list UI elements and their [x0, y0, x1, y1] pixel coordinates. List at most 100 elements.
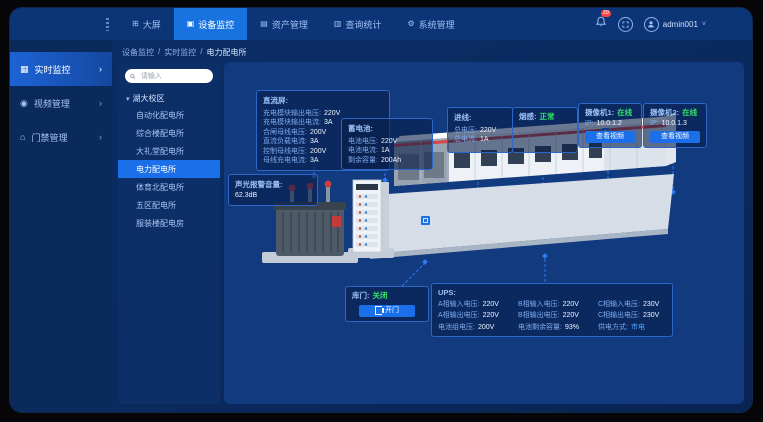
- tree-item[interactable]: 自动化配电所: [118, 106, 220, 124]
- field-label: 总电压:: [454, 126, 477, 136]
- field-value: 220V: [563, 300, 579, 310]
- tab-query-statistics[interactable]: ▥ 查询统计: [321, 8, 395, 40]
- tab-label: 设备监控: [198, 18, 234, 31]
- ups-grid: A相输入电压:220V B相输入电压:220V C相输入电压:230V A相输出…: [438, 300, 666, 333]
- view-video-button[interactable]: 查看视频: [585, 131, 635, 143]
- field-value: 230V: [643, 300, 659, 310]
- monitor-icon: ▣: [187, 20, 195, 28]
- notifications-button[interactable]: 29: [595, 15, 607, 33]
- door-open-icon: [375, 306, 382, 315]
- sound-alarm-panel: 声光报警音量: 62.3dB: [228, 174, 318, 206]
- field-label: B相输出电压:: [518, 311, 560, 321]
- tab-dashboard[interactable]: ⊞ 大屏: [119, 8, 174, 40]
- chevron-right-icon: ›: [99, 64, 102, 74]
- tab-device-monitoring[interactable]: ▣ 设备监控: [174, 8, 248, 40]
- breadcrumb-separator: /: [200, 47, 202, 58]
- ups-panel: UPS: A相输入电压:220V B相输入电压:220V C相输入电压:230V…: [431, 283, 673, 337]
- panel-title: UPS:: [438, 288, 666, 297]
- tree-item[interactable]: 综合楼配电所: [118, 124, 220, 142]
- user-menu[interactable]: admin001 ˅: [644, 17, 706, 32]
- field-label: 电池电压:: [348, 137, 378, 147]
- ip-label: IP:: [585, 119, 594, 129]
- substation-tree-panel: ▾ 湖大校区 自动化配电所 综合楼配电所 大礼堂配电所 电力配电所 体育北配电所…: [118, 62, 220, 404]
- tab-asset-management[interactable]: ▤ 资产管理: [247, 8, 321, 40]
- status-badge: 正常: [540, 112, 555, 122]
- avatar: [644, 17, 659, 32]
- battery-cabinet: [348, 180, 394, 258]
- view-video-button[interactable]: 查看视频: [650, 131, 700, 143]
- tree-item[interactable]: 五区配电所: [118, 196, 220, 214]
- fullscreen-button[interactable]: [618, 17, 633, 32]
- field-value: 220V: [483, 311, 499, 321]
- tree-search[interactable]: [125, 69, 213, 83]
- smoke-sensor-panel: 烟感:正常: [512, 107, 578, 153]
- breadcrumb-separator: /: [158, 47, 160, 58]
- ip-value: 10.0.1.2: [597, 119, 622, 129]
- statistics-icon: ▥: [334, 20, 342, 28]
- door-marker: [421, 216, 430, 225]
- sidebar-item-label: 视频管理: [34, 97, 70, 110]
- button-label: 开门: [385, 305, 399, 317]
- door-icon: ⌂: [20, 132, 25, 142]
- field-value: 200V: [478, 323, 494, 333]
- field-value: 62.3dB: [235, 191, 257, 201]
- search-input[interactable]: [139, 72, 208, 81]
- field-value: 1A: [480, 135, 489, 145]
- chevron-down-icon: ˅: [702, 21, 706, 28]
- field-value: 200V: [310, 128, 326, 138]
- sidebar-item-video-management[interactable]: ◉ 视频管理 ›: [10, 86, 112, 120]
- field-label: 声光报警音量:: [235, 179, 311, 190]
- field-value: 220V: [381, 137, 397, 147]
- search-icon: [130, 73, 136, 80]
- sidebar-item-realtime-monitoring[interactable]: ▦ 实时监控 ›: [10, 52, 112, 86]
- field-label: 直流负载电流:: [263, 137, 307, 147]
- breadcrumb-current: 电力配电所: [206, 47, 246, 58]
- field-label: 电池组电压:: [438, 323, 475, 333]
- field-label: A相输入电压:: [438, 300, 480, 310]
- top-navbar: ⊞ 大屏 ▣ 设备监控 ▤ 资产管理 ▥ 查询统计 ⚙ 系统管理: [10, 8, 752, 40]
- door-panel: 库门:关闭 开门: [345, 286, 429, 322]
- field-label: 控制母线电压:: [263, 147, 307, 157]
- tab-label: 资产管理: [272, 18, 308, 31]
- field-value: 220V: [563, 311, 579, 321]
- breadcrumb: 设备监控 / 实时监控 / 电力配电所: [122, 47, 246, 58]
- field-label: 摄像机1:: [585, 108, 614, 118]
- tab-system-management[interactable]: ⚙ 系统管理: [394, 8, 467, 40]
- asset-icon: ▤: [260, 20, 268, 28]
- status-badge: 在线: [682, 108, 697, 118]
- field-label: 总电流:: [454, 135, 477, 145]
- field-label: A相输出电压:: [438, 311, 480, 321]
- sidebar-item-access-management[interactable]: ⌂ 门禁管理 ›: [10, 120, 112, 154]
- field-value: 3A: [310, 137, 319, 147]
- field-label: 烟感:: [519, 112, 537, 122]
- field-value: 220V: [324, 109, 340, 119]
- tree-item[interactable]: 体育北配电所: [118, 178, 220, 196]
- field-label: B相输入电压:: [518, 300, 560, 310]
- field-label: 剩余容量:: [348, 156, 378, 166]
- field-label: 母线充电电流:: [263, 156, 307, 166]
- chevron-right-icon: ›: [99, 98, 102, 108]
- gear-icon: ⚙: [407, 20, 414, 28]
- field-label: 充电模块输出电流:: [263, 118, 321, 128]
- tab-label: 查询统计: [345, 18, 381, 31]
- tree-item-selected[interactable]: 电力配电所: [118, 160, 220, 178]
- camera2-panel: 摄像机2:在线 IP:10.0.1.3 查看视频: [643, 103, 707, 148]
- field-label: 库门:: [352, 291, 370, 301]
- field-label: 电池剩余容量:: [518, 323, 562, 333]
- open-door-button[interactable]: 开门: [359, 305, 415, 317]
- caret-down-icon: ▾: [126, 95, 130, 103]
- tree-item[interactable]: 服装楼配电房: [118, 214, 220, 232]
- panel-title: 直流屏:: [263, 95, 383, 106]
- tab-label: 系统管理: [419, 18, 455, 31]
- field-label: 摄像机2:: [650, 108, 679, 118]
- field-value: 200Ah: [381, 156, 401, 166]
- tree-item[interactable]: 大礼堂配电所: [118, 142, 220, 160]
- field-label: C相输入电压:: [598, 300, 640, 310]
- field-label: C相输出电压:: [598, 311, 640, 321]
- panel-title: 进线:: [454, 112, 506, 123]
- ip-label: IP:: [650, 119, 659, 129]
- tree-root-node[interactable]: ▾ 湖大校区: [118, 91, 220, 106]
- field-value: 1A: [381, 146, 390, 156]
- breadcrumb-item[interactable]: 实时监控: [164, 47, 196, 58]
- breadcrumb-item[interactable]: 设备监控: [122, 47, 154, 58]
